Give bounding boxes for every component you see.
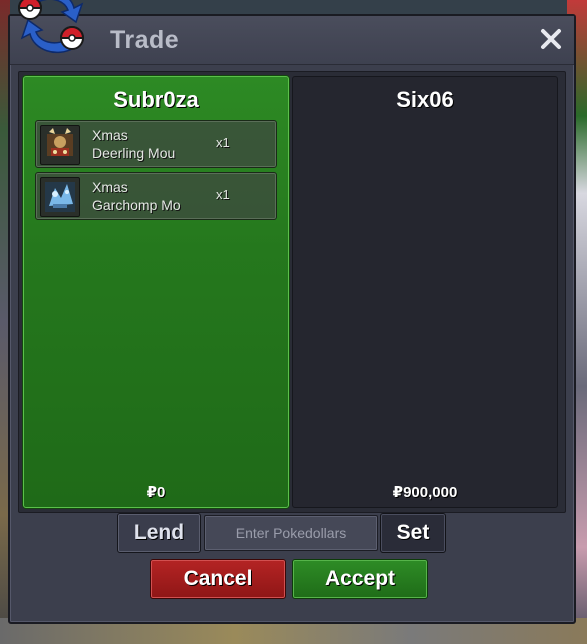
window-title: Trade xyxy=(110,26,180,54)
offer-item-line1: Xmas xyxy=(92,127,128,143)
cancel-button[interactable]: Cancel xyxy=(150,559,286,599)
offer-item-garchomp-mount[interactable]: Xmas Garchomp Mo x1 xyxy=(35,172,277,220)
offer-item-quantity: x1 xyxy=(216,135,230,150)
partner-offer-panel: Six06 ₽900,000 xyxy=(292,76,558,508)
garchomp-icon xyxy=(40,177,80,217)
offer-item-line2: Deerling Mou xyxy=(92,145,176,161)
close-icon xyxy=(541,29,561,49)
set-money-button[interactable]: Set xyxy=(380,513,446,553)
deerling-icon xyxy=(40,125,80,165)
lend-button[interactable]: Lend xyxy=(117,513,201,553)
trade-window: Trade Subr0za Xmas Deerling Mou x1 Xmas … xyxy=(8,14,576,624)
my-player-name: Subr0za xyxy=(113,87,199,112)
pokedollars-input[interactable] xyxy=(204,515,378,551)
partner-offer-money: ₽900,000 xyxy=(392,484,458,501)
offer-item-line2: Garchomp Mo xyxy=(92,197,181,213)
offer-item-quantity: x1 xyxy=(216,187,230,202)
game-screen: Trade Subr0za Xmas Deerling Mou x1 Xmas … xyxy=(0,0,587,644)
accept-button[interactable]: Accept xyxy=(292,559,428,599)
close-button[interactable] xyxy=(538,26,564,52)
offer-item-name: Xmas Garchomp Mo xyxy=(92,178,212,214)
offer-item-line1: Xmas xyxy=(92,179,128,195)
trade-content: Subr0za Xmas Deerling Mou x1 Xmas Garcho… xyxy=(18,71,566,513)
my-offer-panel: Subr0za Xmas Deerling Mou x1 Xmas Garcho… xyxy=(23,76,289,508)
partner-player-name: Six06 xyxy=(396,87,454,112)
my-offer-money: ₽0 xyxy=(146,484,166,501)
trade-arrows-icon xyxy=(8,0,98,62)
offer-item-deerling-mount[interactable]: Xmas Deerling Mou x1 xyxy=(35,120,277,168)
offer-item-name: Xmas Deerling Mou xyxy=(92,126,212,162)
